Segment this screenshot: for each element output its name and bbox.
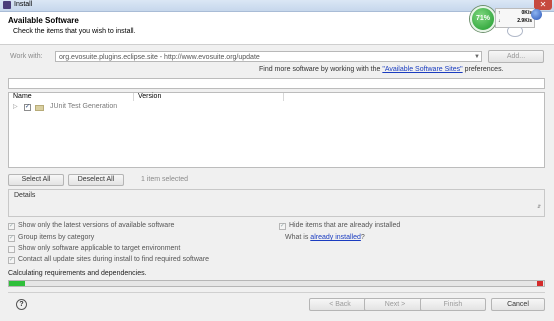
page-title: Available Software — [8, 16, 79, 25]
footer-divider — [8, 292, 545, 293]
up-arrow-icon: ↑ — [498, 10, 501, 16]
category-icon — [35, 105, 44, 111]
column-divider — [133, 93, 134, 101]
what-is-suffix: ? — [360, 234, 365, 241]
download-speed: ↓ 2.9K/s — [498, 18, 532, 24]
table-row[interactable]: ▷ ✓ JUnit Test Generation — [13, 103, 538, 112]
window-title: Install — [14, 1, 33, 8]
details-scroll-icon[interactable]: ⇵ — [537, 204, 542, 210]
chevron-down-icon[interactable]: ▼ — [474, 52, 480, 63]
stop-icon[interactable] — [537, 281, 543, 286]
deselect-all-button[interactable]: Deselect All — [68, 174, 124, 186]
details-panel — [8, 189, 545, 217]
app-icon — [3, 1, 11, 9]
work-with-label: Work with: — [10, 53, 43, 60]
group-by-category-label: Group items by category — [18, 234, 95, 241]
progress-fill — [9, 281, 25, 286]
row-name: JUnit Test Generation — [50, 103, 118, 110]
upload-speed: ↑ 0K/s — [498, 10, 532, 16]
group-by-category-checkbox[interactable]: ✓ — [8, 235, 15, 242]
status-message: Calculating requirements and dependencie… — [8, 270, 147, 277]
expand-arrow-icon[interactable]: ▷ — [13, 103, 18, 110]
software-table[interactable]: Name Version ▷ ✓ JUnit Test Generation — [8, 92, 545, 168]
back-button[interactable]: < Back — [309, 298, 371, 311]
latest-versions-label: Show only the latest versions of availab… — [18, 222, 175, 229]
find-more-text: Find more software by working with the "… — [259, 66, 504, 73]
applicable-only-label: Show only software applicable to target … — [18, 245, 181, 252]
cancel-button[interactable]: Cancel — [491, 298, 545, 311]
work-with-value: org.evosuite.plugins.eclipse.site - http… — [59, 54, 260, 61]
down-arrow-icon: ↓ — [498, 18, 501, 24]
progress-bar — [8, 280, 545, 287]
column-header-version[interactable]: Version — [138, 93, 161, 101]
details-label: Details — [14, 192, 36, 199]
hide-installed-label: Hide items that are already installed — [289, 222, 401, 229]
available-sites-link[interactable]: "Available Software Sites" — [382, 66, 462, 73]
what-is-prefix: What is — [285, 234, 311, 241]
finish-button[interactable]: Finish — [420, 298, 486, 311]
window-titlebar — [0, 0, 554, 12]
column-divider — [283, 93, 284, 101]
selection-count: 1 item selected — [141, 176, 189, 183]
download-speed-value: 2.9K/s — [517, 18, 532, 24]
memory-gauge[interactable]: 71% — [470, 6, 496, 32]
work-with-combo[interactable]: org.evosuite.plugins.eclipse.site - http… — [55, 51, 482, 62]
filter-input[interactable] — [8, 78, 545, 89]
globe-icon[interactable] — [531, 9, 542, 20]
select-all-button[interactable]: Select All — [8, 174, 64, 186]
help-icon[interactable]: ? — [16, 299, 27, 310]
page-subtitle: Check the items that you wish to install… — [13, 28, 136, 35]
contact-sites-label: Contact all update sites during install … — [18, 256, 210, 263]
find-more-prefix: Find more software by working with the — [259, 66, 383, 73]
eclipse-logo-icon — [507, 25, 523, 37]
row-checkbox[interactable]: ✓ — [24, 104, 31, 111]
applicable-only-checkbox[interactable] — [8, 246, 15, 253]
latest-versions-checkbox[interactable]: ✓ — [8, 223, 15, 230]
next-button[interactable]: Next > — [364, 298, 426, 311]
find-more-suffix: preferences. — [462, 66, 504, 73]
what-is-installed-text: What is already installed? — [285, 234, 365, 241]
add-site-button[interactable]: Add... — [488, 50, 544, 63]
hide-installed-checkbox[interactable]: ✓ — [279, 223, 286, 230]
column-header-name[interactable]: Name — [13, 93, 32, 101]
contact-sites-checkbox[interactable]: ✓ — [8, 257, 15, 264]
already-installed-link[interactable]: already installed — [310, 234, 361, 241]
